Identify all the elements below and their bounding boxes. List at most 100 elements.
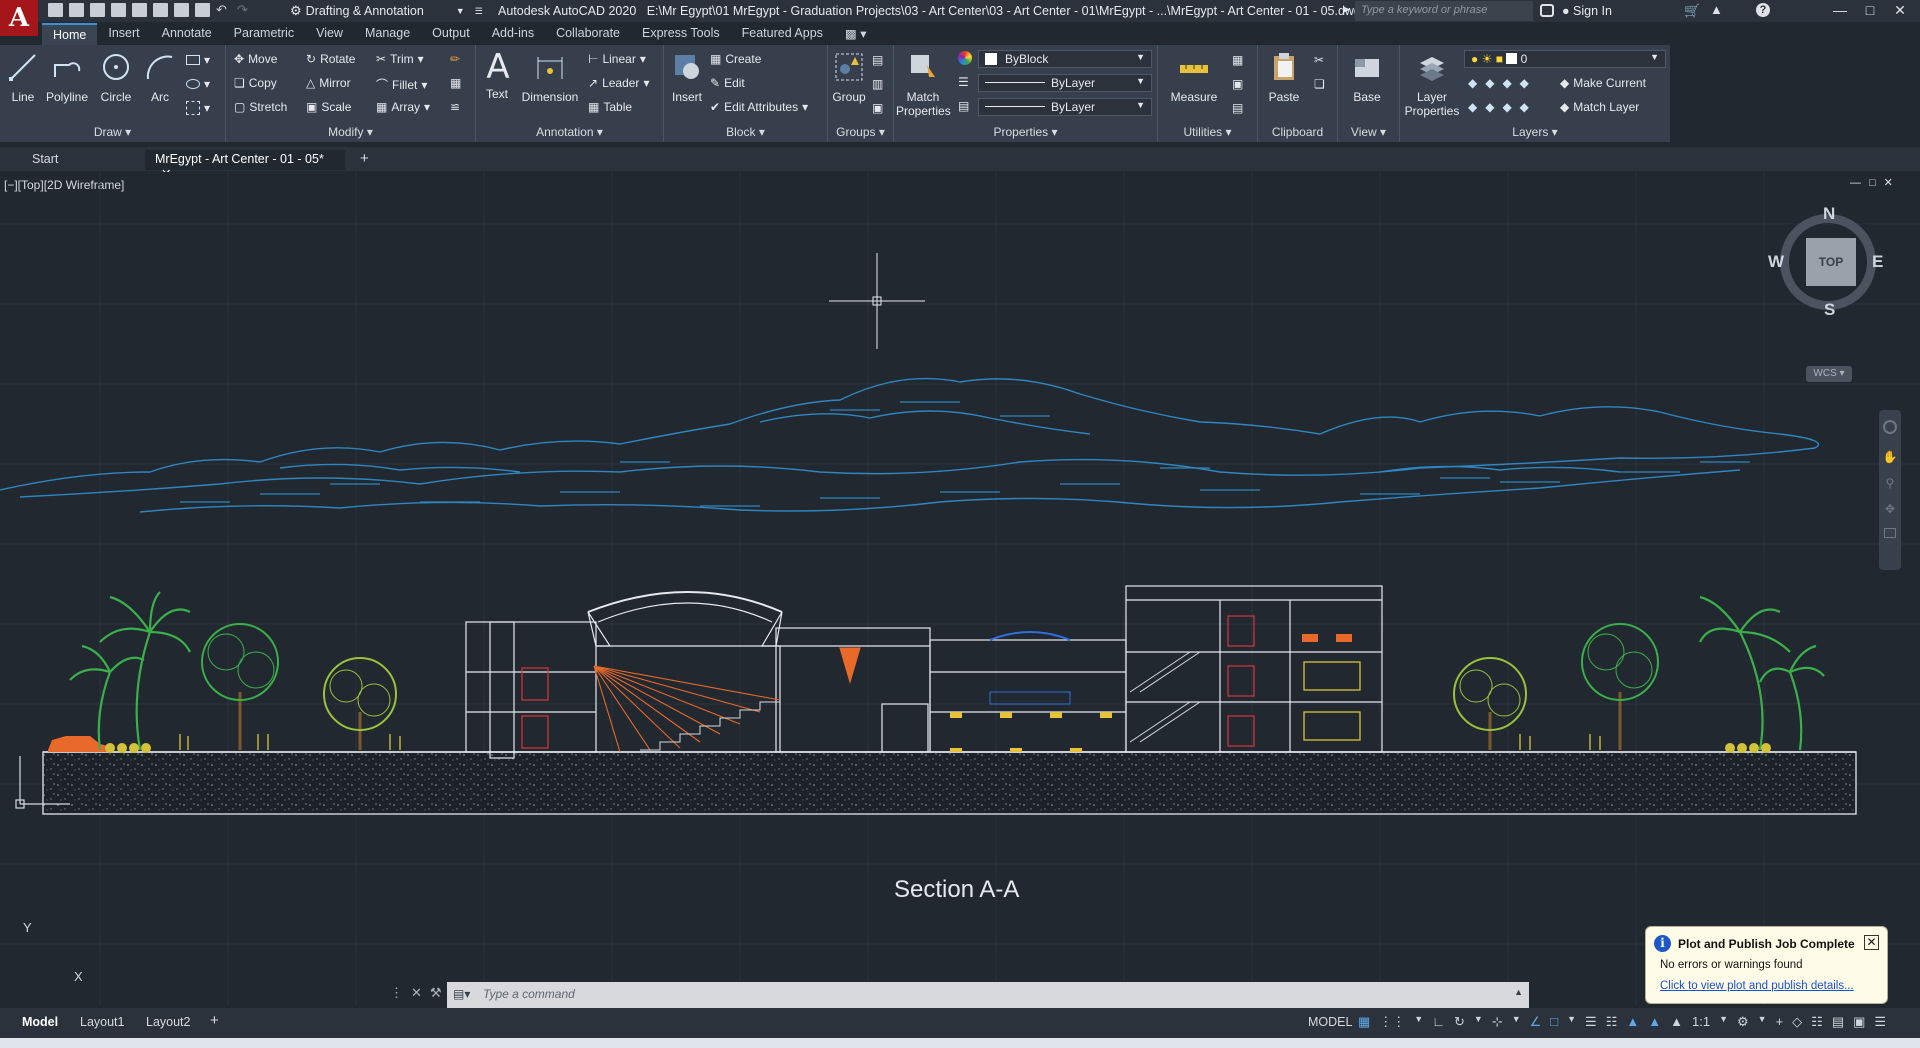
workspace-switcher[interactable]: ⚙ Drafting & Annotation ▼ ☰ xyxy=(290,2,483,20)
tab-express-tools[interactable]: Express Tools xyxy=(631,23,731,45)
close-icon[interactable]: ✕ xyxy=(1864,935,1879,950)
drawing-viewport[interactable]: [−][Top][2D Wireframe] —□✕ Y X Section A… xyxy=(0,172,1920,1006)
search-input[interactable]: Type a keyword or phrase xyxy=(1355,1,1533,21)
polar-icon[interactable]: ↻ xyxy=(1454,1014,1465,1030)
base-view-button[interactable]: Base xyxy=(1348,51,1386,104)
tab-featured-apps[interactable]: Featured Apps xyxy=(731,23,834,45)
redo-icon[interactable]: ↷ xyxy=(237,3,252,17)
print-icon[interactable] xyxy=(195,3,210,17)
command-history-icon[interactable]: ▤▾ xyxy=(453,987,470,1001)
groups-panel-title[interactable]: Groups ▾ xyxy=(828,125,893,139)
clean-screen-icon[interactable]: ▣ xyxy=(1853,1014,1865,1030)
minimize-button[interactable]: — xyxy=(1825,2,1855,20)
tab-model[interactable]: Model xyxy=(22,1015,58,1029)
dimension-button[interactable]: Dimension xyxy=(520,51,580,104)
ribbon-options-icon[interactable]: ▩ ▾ xyxy=(834,23,878,45)
utilities-panel-title[interactable]: Utilities ▾ xyxy=(1158,125,1257,139)
copy-clip-icon[interactable]: ❏ xyxy=(1314,77,1325,91)
wrench-icon[interactable]: ⚒ xyxy=(430,985,442,1001)
edit-block-button[interactable]: ✎ Edit xyxy=(710,76,745,90)
modify-panel-title[interactable]: Modify ▾ xyxy=(226,125,475,139)
linetype-select[interactable]: ByLayer ▼ xyxy=(978,74,1152,92)
ortho-icon[interactable]: ∟ xyxy=(1432,1014,1445,1030)
chevron-up-icon[interactable]: ▲ xyxy=(1514,987,1523,997)
pan-icon[interactable]: ✋ xyxy=(1879,450,1901,464)
tab-collaborate[interactable]: Collaborate xyxy=(545,23,631,45)
boundary-icon[interactable]: ▾ xyxy=(186,101,210,115)
create-block-button[interactable]: ▦ Create xyxy=(710,52,761,66)
annotation-scale-icon[interactable]: ▲ xyxy=(1670,1014,1683,1030)
open-icon[interactable] xyxy=(69,3,84,17)
quick-select-icon[interactable]: ▦ xyxy=(1232,53,1243,67)
calculator-icon[interactable]: ▤ xyxy=(1232,101,1243,115)
text-button[interactable]: A Text xyxy=(482,50,512,101)
hardware-acceleration-icon[interactable]: ☷ xyxy=(1811,1014,1823,1030)
layer-select[interactable]: ● ☀ ■ 0 ▼ xyxy=(1464,50,1666,68)
orbit-icon[interactable]: ✥ xyxy=(1879,502,1901,516)
line-button[interactable]: Line xyxy=(4,51,42,104)
annotation-panel-title[interactable]: Annotation ▾ xyxy=(476,125,663,139)
array-button[interactable]: ▦ Array ▾ xyxy=(376,100,430,114)
model-space-toggle[interactable]: MODEL xyxy=(1308,1015,1352,1029)
wcs-menu[interactable]: WCS ▾ xyxy=(1806,366,1852,382)
tab-parametric[interactable]: Parametric xyxy=(223,23,305,45)
help-icon[interactable]: ? xyxy=(1756,3,1770,17)
arc-button[interactable]: Arc xyxy=(142,51,178,104)
object-snap-icon[interactable]: □ xyxy=(1550,1014,1558,1030)
move-button[interactable]: ✥ Move xyxy=(234,52,277,66)
select-all-icon[interactable]: ▣ xyxy=(1232,77,1243,91)
chevron-down-icon[interactable]: ▼ xyxy=(1414,1014,1423,1030)
command-input[interactable]: ▤▾ Type a command ▲ xyxy=(447,982,1529,1008)
maximize-button[interactable]: □ xyxy=(1855,2,1885,20)
lineweight-toggle-icon[interactable]: ☰ xyxy=(1585,1014,1597,1030)
trim-button[interactable]: ✂ Trim ▾ xyxy=(376,52,424,66)
rectangle-icon[interactable]: ▾ xyxy=(186,53,210,67)
ungroup-icon[interactable]: ▤ xyxy=(872,53,883,67)
tab-output[interactable]: Output xyxy=(421,23,481,45)
tab-layout1[interactable]: Layout1 xyxy=(80,1015,124,1029)
rotate-button[interactable]: ↻ Rotate xyxy=(306,52,355,66)
chevron-down-icon[interactable]: ▼ xyxy=(1567,1014,1576,1030)
block-panel-title[interactable]: Block ▾ xyxy=(664,125,827,139)
group-select-icon[interactable]: ▣ xyxy=(872,101,883,115)
tab-view[interactable]: View xyxy=(305,23,354,45)
annotation-visibility-icon[interactable]: ▲ xyxy=(1626,1014,1639,1030)
layer-properties-button[interactable]: Layer Properties xyxy=(1404,51,1460,118)
insert-button[interactable]: Insert xyxy=(670,51,704,104)
layers-panel-title[interactable]: Layers ▾ xyxy=(1400,125,1670,139)
save-as-icon[interactable] xyxy=(111,3,126,17)
properties-panel-title[interactable]: Properties ▾ xyxy=(894,125,1157,139)
leader-button[interactable]: ↗ Leader ▾ xyxy=(588,76,649,90)
erase-button[interactable]: ✏ xyxy=(450,52,460,66)
paste-button[interactable]: Paste xyxy=(1264,51,1304,104)
make-current-button[interactable]: ◆ Make Current xyxy=(1560,76,1646,90)
stretch-button[interactable]: ▢ Stretch xyxy=(234,100,287,114)
grip-icon[interactable]: ⋮ xyxy=(390,985,403,1001)
chevron-down-icon[interactable]: ▼ xyxy=(1719,1014,1728,1030)
tab-layout2[interactable]: Layout2 xyxy=(146,1015,190,1029)
open-web-icon[interactable] xyxy=(132,3,147,17)
color-select[interactable]: ByBlock ▼ xyxy=(978,50,1152,68)
plus-icon[interactable]: + xyxy=(1776,1014,1784,1030)
cart-icon[interactable]: 🛒 xyxy=(1684,3,1700,19)
lineweight-select[interactable]: ByLayer ▼ xyxy=(978,98,1152,116)
autodesk-app-icon[interactable]: ▲ xyxy=(1710,2,1723,17)
plot-status-icon[interactable]: ▤ xyxy=(1832,1014,1844,1030)
new-layout-button[interactable]: + xyxy=(210,1012,219,1029)
tab-insert[interactable]: Insert xyxy=(97,23,150,45)
osnap-tracking-icon[interactable]: ⊹ xyxy=(1492,1014,1503,1030)
compass-e[interactable]: E xyxy=(1872,252,1883,272)
tab-drawing[interactable]: MrEgypt - Art Center - 01 - 05* ✕ xyxy=(145,150,345,181)
table-button[interactable]: ▦ Table xyxy=(588,100,632,114)
view-panel-title[interactable]: View ▾ xyxy=(1338,125,1399,139)
measure-button[interactable]: Measure xyxy=(1166,51,1222,104)
compass-s[interactable]: S xyxy=(1824,300,1835,320)
workspace-gear-icon[interactable]: ⚙ xyxy=(1737,1014,1749,1030)
plot-icon[interactable] xyxy=(174,3,189,17)
hatch-icon[interactable]: ▾ xyxy=(186,77,210,91)
isodraft-icon[interactable]: ∠ xyxy=(1530,1014,1542,1030)
chevron-right-icon[interactable]: ▶ xyxy=(1343,4,1350,15)
polyline-button[interactable]: Polyline xyxy=(44,51,90,104)
fillet-button[interactable]: ⌒ Fillet ▾ xyxy=(376,76,427,93)
tab-start[interactable]: Start xyxy=(22,150,140,170)
